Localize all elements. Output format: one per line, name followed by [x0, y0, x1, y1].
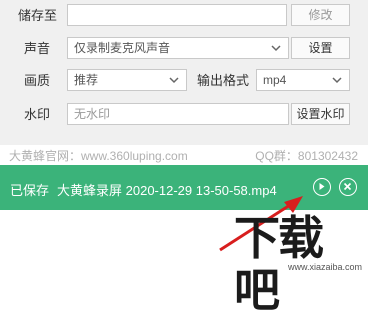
quality-row: 画质 推荐 输出格式 mp4 — [0, 69, 368, 99]
save-notification-bar: 已保存 大黄蜂录屏 2020-12-29 13-50-58.mp4 — [0, 165, 368, 210]
audio-select-value: 仅录制麦克风声音 — [74, 41, 171, 55]
saved-filename: 大黄蜂录屏 2020-12-29 13-50-58.mp4 — [57, 183, 277, 198]
audio-row: 声音 仅录制麦克风声音 设置 — [0, 36, 368, 66]
footer-info: 大黄蜂官网：www.360luping.com QQ群：801302432 — [0, 145, 368, 165]
quality-select[interactable]: 推荐 — [67, 69, 187, 91]
chevron-down-icon — [332, 77, 342, 84]
play-button[interactable] — [313, 178, 331, 196]
save-status: 已保存 大黄蜂录屏 2020-12-29 13-50-58.mp4 — [10, 180, 277, 199]
watermark-field[interactable]: 无水印 — [67, 103, 289, 125]
quality-select-value: 推荐 — [74, 73, 99, 87]
qq-group-text: QQ群：801302432 — [255, 149, 358, 163]
save-path-field[interactable] — [67, 4, 287, 26]
modify-path-button[interactable]: 修改 — [291, 4, 350, 26]
format-select-value: mp4 — [263, 73, 287, 87]
chevron-down-icon — [271, 45, 281, 52]
quality-label: 画质 — [24, 73, 51, 88]
audio-settings-button[interactable]: 设置 — [291, 37, 350, 59]
watermark-logo: 下载吧 www.xiazaiba.com — [232, 212, 362, 316]
format-label: 输出格式 — [197, 73, 250, 88]
save-to-row: 储存至 修改 — [0, 3, 368, 33]
audio-select[interactable]: 仅录制麦克风声音 — [67, 37, 289, 59]
close-button[interactable] — [339, 178, 357, 196]
watermark-label: 水印 — [24, 107, 51, 122]
official-site-text: 大黄蜂官网：www.360luping.com — [9, 149, 188, 163]
close-icon — [343, 182, 352, 191]
audio-label: 声音 — [24, 41, 51, 56]
format-select[interactable]: mp4 — [256, 69, 350, 91]
chevron-down-icon — [169, 77, 179, 84]
watermark-settings-button[interactable]: 设置水印 — [291, 103, 350, 125]
settings-panel: 储存至 修改 声音 仅录制麦克风声音 设置 画质 推荐 输出格式 mp4 水印 … — [0, 0, 368, 145]
logo-url-text: www.xiazaiba.com — [287, 262, 362, 272]
play-icon — [319, 183, 325, 190]
save-status-state: 已保存 — [10, 183, 50, 198]
watermark-row: 水印 无水印 设置水印 — [0, 102, 368, 132]
save-to-label: 储存至 — [18, 8, 58, 23]
